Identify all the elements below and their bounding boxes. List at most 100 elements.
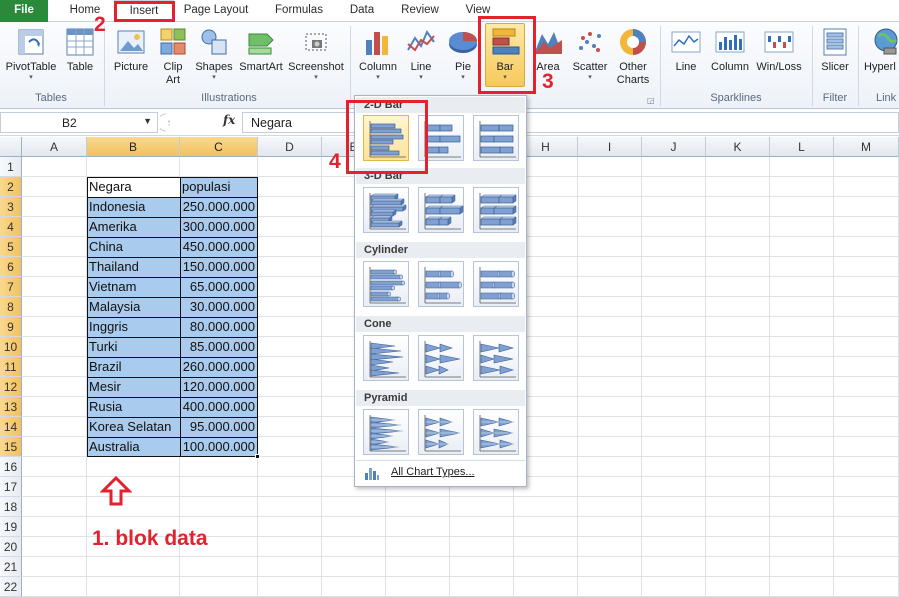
pyramid-stacked-100-chart-option[interactable] — [473, 409, 519, 455]
table-row-population[interactable]: 95.000.000 — [180, 417, 258, 437]
column-header-d[interactable]: D — [258, 137, 322, 157]
table-row-country[interactable]: China — [87, 237, 180, 257]
charts-dialog-launcher-icon[interactable]: ◲ — [647, 96, 655, 105]
fill-handle[interactable] — [255, 454, 260, 459]
table-row-population[interactable]: 80.000.000 — [180, 317, 258, 337]
table-row-country[interactable]: Malaysia — [87, 297, 180, 317]
cone-stacked-100-chart-option[interactable] — [473, 335, 519, 381]
all-chart-types-link[interactable]: All Chart Types... — [356, 460, 525, 484]
screenshot-button[interactable]: Screenshot ▾ — [286, 26, 346, 82]
table-row-population[interactable]: 260.000.000 — [180, 357, 258, 377]
table-row-country[interactable]: Korea Selatan — [87, 417, 180, 437]
table-row-country[interactable]: Rusia — [87, 397, 180, 417]
row-header-7[interactable]: 7 — [0, 277, 22, 297]
row-header-11[interactable]: 11 — [0, 357, 22, 377]
table-row-population[interactable]: 150.000.000 — [180, 257, 258, 277]
name-box[interactable]: B2 ▼ — [0, 112, 158, 133]
table-row-country[interactable]: Thailand — [87, 257, 180, 277]
chevron-down-icon[interactable]: ▼ — [143, 116, 152, 126]
table-row-country[interactable]: Brazil — [87, 357, 180, 377]
cell-b2-header[interactable]: Negara — [87, 177, 180, 197]
smartart-button[interactable]: SmartArt — [236, 26, 286, 74]
column-header-a[interactable]: A — [22, 137, 87, 157]
shapes-button[interactable]: Shapes ▾ — [194, 26, 234, 82]
row-header-13[interactable]: 13 — [0, 397, 22, 417]
table-row-population[interactable]: 400.000.000 — [180, 397, 258, 417]
tab-page-layout[interactable]: Page Layout — [180, 0, 252, 22]
bar3d-clustered-chart-option[interactable] — [363, 187, 409, 233]
clip-art-button[interactable]: Clip Art — [156, 26, 190, 87]
row-header-10[interactable]: 10 — [0, 337, 22, 357]
table-row-population[interactable]: 100.000.000 — [180, 437, 258, 457]
table-row-population[interactable]: 450.000.000 — [180, 237, 258, 257]
table-row-population[interactable]: 120.000.000 — [180, 377, 258, 397]
bar3d-stacked-chart-option[interactable] — [418, 187, 464, 233]
bar3d-stacked-100-chart-option[interactable] — [473, 187, 519, 233]
scatter-chart-button[interactable]: Scatter ▾ — [568, 26, 612, 82]
table-button[interactable]: Table — [62, 26, 98, 74]
row-header-18[interactable]: 18 — [0, 497, 22, 517]
tab-data[interactable]: Data — [342, 0, 382, 22]
cylinder-stacked-100-chart-option[interactable] — [473, 261, 519, 307]
tab-view[interactable]: View — [458, 0, 498, 22]
cylinder-stacked-chart-option[interactable] — [418, 261, 464, 307]
cone-clustered-chart-option[interactable] — [363, 335, 409, 381]
row-header-15[interactable]: 15 — [0, 437, 22, 457]
cell-c2-header[interactable]: populasi — [180, 177, 258, 197]
table-row-country[interactable]: Indonesia — [87, 197, 180, 217]
row-header-2[interactable]: 2 — [0, 177, 22, 197]
pivottable-button[interactable]: PivotTable ▾ — [2, 26, 60, 82]
picture-button[interactable]: Picture — [110, 26, 152, 74]
pie-chart-button[interactable]: Pie ▾ — [444, 26, 482, 82]
row-header-12[interactable]: 12 — [0, 377, 22, 397]
row-header-8[interactable]: 8 — [0, 297, 22, 317]
table-row-population[interactable]: 300.000.000 — [180, 217, 258, 237]
column-header-j[interactable]: J — [642, 137, 706, 157]
row-header-5[interactable]: 5 — [0, 237, 22, 257]
formula-input[interactable]: Negara — [242, 112, 899, 133]
formula-bar-resize-handle[interactable] — [160, 112, 210, 133]
pyramid-clustered-chart-option[interactable] — [363, 409, 409, 455]
sparkline-line-button[interactable]: Line — [666, 26, 706, 74]
row-header-6[interactable]: 6 — [0, 257, 22, 277]
row-header-21[interactable]: 21 — [0, 557, 22, 577]
row-header-4[interactable]: 4 — [0, 217, 22, 237]
bar-chart-button[interactable]: Bar ▾ — [485, 26, 525, 82]
bar-chart-gallery[interactable]: 2-D Bar 3-D Bar Cylinder Cone Pyramid Al… — [354, 95, 527, 487]
column-header-c[interactable]: C — [180, 137, 258, 157]
table-row-country[interactable]: Inggris — [87, 317, 180, 337]
table-row-country[interactable]: Mesir — [87, 377, 180, 397]
row-header-1[interactable]: 1 — [0, 157, 22, 177]
table-row-population[interactable]: 250.000.000 — [180, 197, 258, 217]
row-header-9[interactable]: 9 — [0, 317, 22, 337]
table-row-population[interactable]: 85.000.000 — [180, 337, 258, 357]
row-header-17[interactable]: 17 — [0, 477, 22, 497]
cylinder-clustered-chart-option[interactable] — [363, 261, 409, 307]
table-row-population[interactable]: 30.000.000 — [180, 297, 258, 317]
tab-formulas[interactable]: Formulas — [268, 0, 330, 22]
column-header-k[interactable]: K — [706, 137, 770, 157]
bar2d-clustered-chart-option[interactable] — [363, 115, 409, 161]
pyramid-stacked-chart-option[interactable] — [418, 409, 464, 455]
line-chart-button[interactable]: Line ▾ — [402, 26, 440, 82]
tab-insert[interactable]: Insert — [114, 0, 174, 22]
table-row-country[interactable]: Australia — [87, 437, 180, 457]
table-row-country[interactable]: Amerika — [87, 217, 180, 237]
row-header-3[interactable]: 3 — [0, 197, 22, 217]
row-header-16[interactable]: 16 — [0, 457, 22, 477]
area-chart-button[interactable]: Area — [529, 26, 567, 74]
column-header-b[interactable]: B — [87, 137, 180, 157]
select-all-corner[interactable] — [0, 137, 22, 157]
column-header-i[interactable]: I — [578, 137, 642, 157]
bar2d-stacked-chart-option[interactable] — [418, 115, 464, 161]
slicer-button[interactable]: Slicer — [816, 26, 854, 74]
table-row-country[interactable]: Turki — [87, 337, 180, 357]
row-header-14[interactable]: 14 — [0, 417, 22, 437]
bar2d-stacked-100-chart-option[interactable] — [473, 115, 519, 161]
tab-review[interactable]: Review — [394, 0, 446, 22]
tab-file[interactable]: File — [0, 0, 48, 22]
sparkline-column-button[interactable]: Column — [708, 26, 752, 74]
table-row-population[interactable]: 65.000.000 — [180, 277, 258, 297]
hyperlink-button[interactable]: Hyperl — [864, 26, 899, 74]
table-row-country[interactable]: Vietnam — [87, 277, 180, 297]
